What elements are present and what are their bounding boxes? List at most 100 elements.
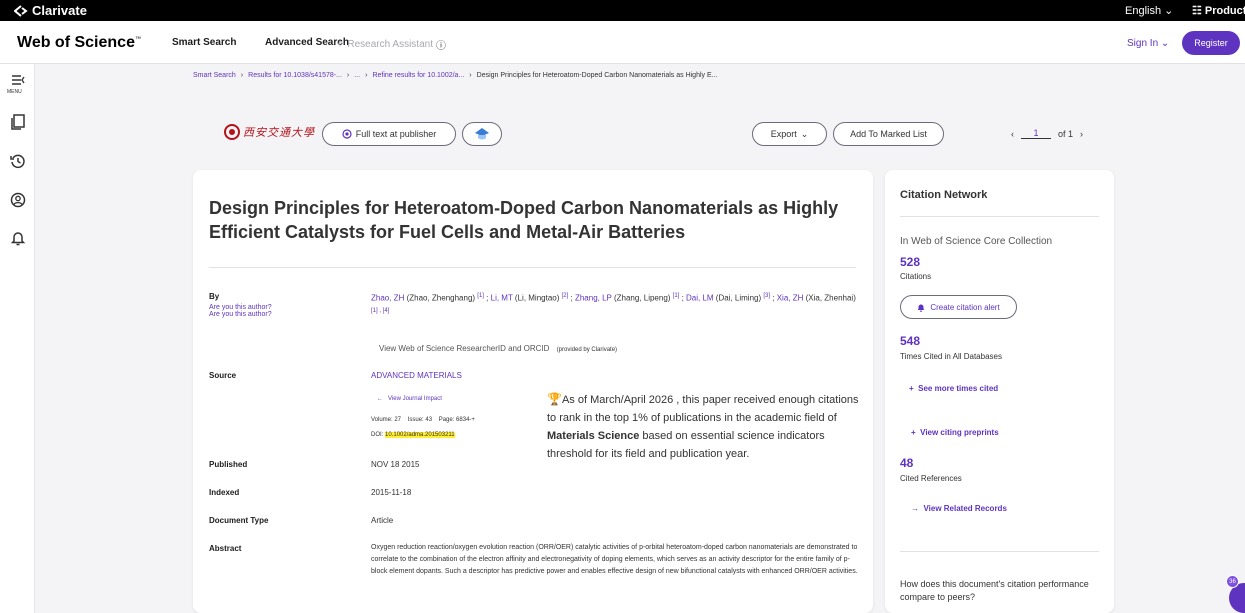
- prev-page-icon[interactable]: ‹: [1011, 129, 1014, 139]
- view-related-records-label: View Related Records: [923, 504, 1007, 513]
- chevron-down-icon: ⌄: [1164, 5, 1174, 17]
- university-name-logo: 西安交通大學: [243, 126, 315, 139]
- document-type-label: Document Type: [209, 516, 269, 525]
- research-assistant-label: Research Assistant: [347, 39, 433, 50]
- published-label: Published: [209, 460, 248, 469]
- divider: [900, 551, 1099, 552]
- author-link[interactable]: Zhao, ZH: [371, 294, 404, 303]
- published-date: NOV 18 2015: [371, 460, 420, 469]
- researcher-id-link[interactable]: View Web of Science ResearcherID and ORC…: [379, 344, 549, 353]
- core-collection-label: In Web of Science Core Collection: [900, 236, 1053, 247]
- smart-search-link[interactable]: Smart Search: [172, 37, 236, 48]
- peer-comparison-text: How does this document's citation perfor…: [900, 579, 1089, 602]
- author-link[interactable]: Dai, LM: [686, 294, 714, 303]
- times-cited-label: Times Cited in All Databases: [900, 352, 1002, 361]
- products-menu[interactable]: ☷ Products: [1192, 4, 1245, 18]
- indexed-date: 2015-11-18: [371, 488, 412, 497]
- export-button[interactable]: Export ⌄: [752, 122, 827, 146]
- view-related-records-link[interactable]: → View Related Records: [911, 504, 1007, 513]
- document-type: Article: [371, 516, 394, 525]
- author-separator: ;: [483, 293, 491, 303]
- breadcrumb-refine[interactable]: Refine results for 10.1002/a...: [372, 72, 464, 79]
- breadcrumb-results[interactable]: Results for 10.1038/s41578-...: [248, 72, 342, 79]
- next-page-icon[interactable]: ›: [1080, 129, 1083, 139]
- see-more-times-cited-link[interactable]: + See more times cited: [909, 384, 998, 393]
- hot-paper-period: March/April 2026: [590, 394, 674, 406]
- hot-paper-prefix: As of: [561, 394, 591, 406]
- citation-network-panel: Citation Network In Web of Science Core …: [885, 170, 1114, 613]
- author-fullname: (Zhang, Lipeng): [611, 293, 673, 303]
- products-label: Products: [1204, 4, 1245, 17]
- bell-icon[interactable]: [9, 229, 27, 247]
- trophy-icon: 🏆: [547, 392, 562, 406]
- full-text-button[interactable]: Full text at publisher: [322, 122, 456, 146]
- nav-bar: Web of Science™ Smart Search Advanced Se…: [0, 21, 1245, 64]
- export-label: Export: [770, 129, 797, 139]
- profile-icon[interactable]: [9, 191, 27, 209]
- authors-list: Zhao, ZH (Zhao, Zhenghang) [1] ; Li, MT …: [371, 290, 859, 319]
- breadcrumb-smart-search[interactable]: Smart Search: [193, 72, 236, 79]
- are-you-author-text: Are you this author?: [209, 311, 272, 318]
- assistant-chat-button[interactable]: 36: [1223, 575, 1245, 613]
- wos-logo[interactable]: Web of Science™: [17, 34, 141, 52]
- affiliation-ref[interactable]: [1] , [4]: [371, 308, 389, 314]
- are-you-author-text: Are you this author?: [209, 304, 272, 311]
- arrow-right-icon: →: [911, 504, 919, 513]
- bell-icon: [917, 304, 925, 312]
- author-separator: ;: [679, 293, 687, 303]
- journal-impact-link[interactable]: ← View Journal Impact: [377, 396, 442, 402]
- cited-references-label: Cited References: [900, 474, 962, 483]
- chevron-down-icon: ⌄: [800, 128, 809, 139]
- abstract-text: Oxygen reduction reaction/oxygen evoluti…: [371, 544, 858, 575]
- research-assistant-link[interactable]: ✧ Research Assistant ⓘ: [336, 37, 446, 52]
- cited-references-count[interactable]: 48: [900, 456, 913, 470]
- history-icon[interactable]: [9, 152, 27, 170]
- chevron-right-icon: ›: [240, 72, 244, 79]
- hot-paper-notice: 🏆As of March/April 2026 , this paper rec…: [547, 390, 867, 463]
- breadcrumb-ellipsis[interactable]: ...: [354, 72, 360, 79]
- author-link[interactable]: Li, MT: [491, 294, 513, 303]
- abstract-label: Abstract: [209, 544, 242, 553]
- citations-count[interactable]: 528: [900, 255, 920, 269]
- researcher-id-row: View Web of Science ResearcherID and ORC…: [379, 344, 617, 353]
- times-cited-count[interactable]: 548: [900, 334, 920, 348]
- are-you-author-link[interactable]: Are you this author? Are you this author…: [209, 304, 272, 318]
- menu-icon[interactable]: [9, 71, 27, 89]
- libkey-button[interactable]: [462, 122, 502, 146]
- register-button[interactable]: Register: [1182, 31, 1240, 55]
- author-separator: ;: [770, 293, 777, 303]
- university-seal-icon: [224, 124, 240, 140]
- source-label: Source: [209, 371, 237, 380]
- clarivate-logo[interactable]: Clarivate: [14, 3, 87, 18]
- create-citation-alert-button[interactable]: Create citation alert: [900, 295, 1017, 319]
- doi-row: DOI: 10.1002/adma.201503211: [371, 432, 455, 438]
- affiliation-ref[interactable]: [1]: [477, 293, 484, 299]
- record-title: Design Principles for Heteroatom-Doped C…: [209, 198, 839, 242]
- sign-in-menu[interactable]: Sign In ⌄: [1127, 38, 1169, 49]
- chevron-down-icon: ⌄: [1160, 38, 1170, 49]
- full-text-label: Full text at publisher: [355, 129, 437, 139]
- author-separator: ;: [568, 293, 575, 303]
- author-link[interactable]: Xia, ZH: [777, 294, 804, 303]
- language-select[interactable]: English ⌄: [1125, 4, 1173, 17]
- menu-label: MENU: [7, 89, 22, 95]
- indexed-label: Indexed: [209, 488, 240, 497]
- volume-issue-page: Volume: 27 Issue: 43 Page: 6834-+: [371, 417, 475, 423]
- page-input[interactable]: 1: [1021, 128, 1051, 139]
- chevron-right-icon: ›: [469, 72, 472, 79]
- breadcrumb: Smart Search › Results for 10.1038/s4157…: [193, 72, 717, 79]
- view-citing-preprints-link[interactable]: + View citing preprints: [911, 428, 999, 437]
- wos-logo-text: Web of Science: [17, 34, 135, 51]
- hot-paper-field: Materials Science: [547, 430, 640, 442]
- author-link[interactable]: Zhang, LP: [575, 294, 612, 303]
- author-fullname: (Dai, Liming): [713, 293, 764, 303]
- record-pager: ‹ 1 of 1 ›: [1011, 128, 1083, 139]
- libkey-icon: [475, 128, 489, 140]
- source-journal-link[interactable]: ADVANCED MATERIALS: [371, 371, 462, 380]
- divider: [900, 216, 1099, 217]
- marked-list-icon[interactable]: [9, 113, 27, 131]
- brand-name: Clarivate: [32, 3, 87, 18]
- doi-value[interactable]: 10.1002/adma.201503211: [385, 432, 455, 438]
- arrow-left-icon: ←: [377, 396, 383, 402]
- add-marked-list-button[interactable]: Add To Marked List: [833, 122, 944, 146]
